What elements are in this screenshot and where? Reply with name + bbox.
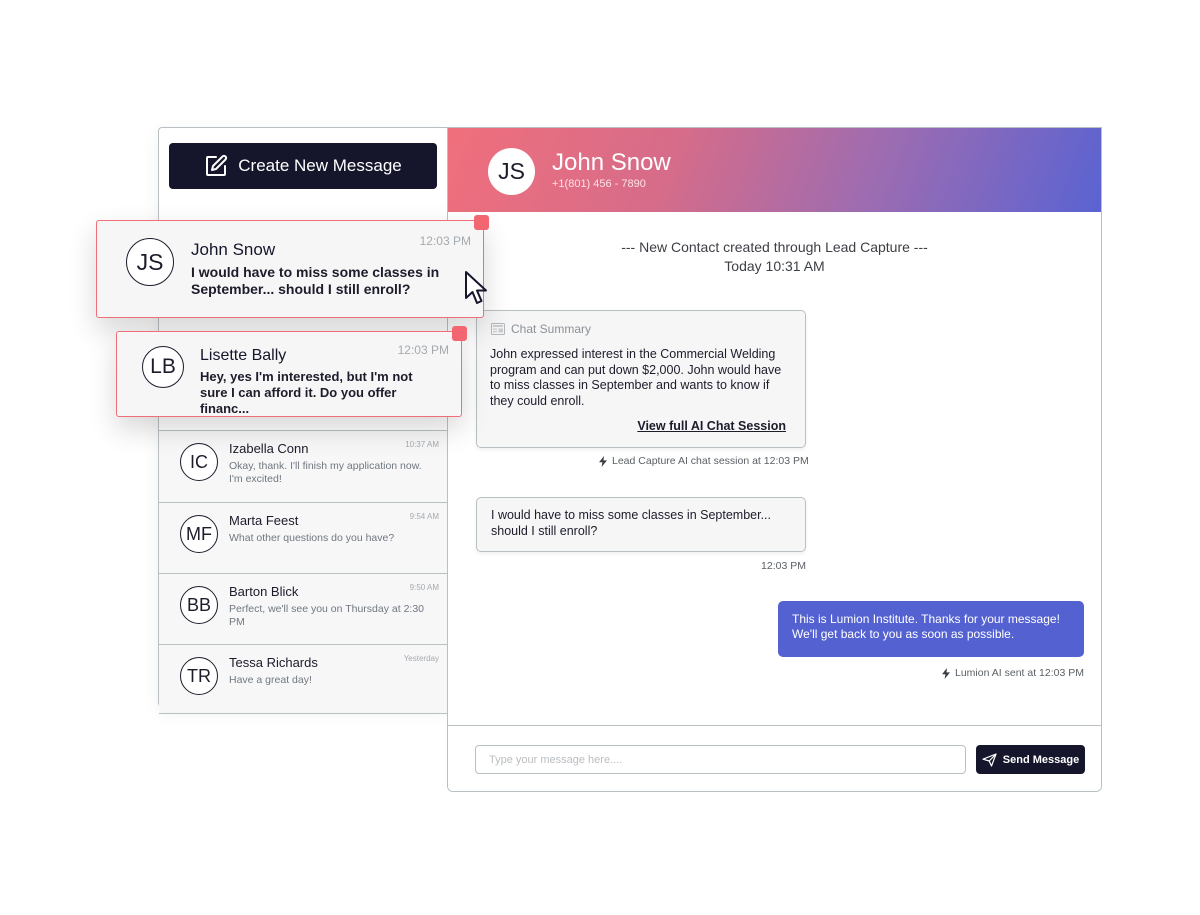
conversation-preview: Okay, thank. I'll finish my application … [229,460,422,485]
view-ai-chat-session-link[interactable]: View full AI Chat Session [637,419,786,433]
conversation-sidebar: Create New Message IC Izabella Conn Okay… [158,127,449,714]
conversation-name: Tessa Richards [229,655,318,670]
paper-plane-icon [982,752,997,767]
create-new-message-button[interactable]: Create New Message [169,143,437,189]
conversation-preview: I would have to miss some classes in Sep… [191,264,440,297]
conversation-time: 12:03 PM [419,234,471,248]
outgoing-message-meta: Lumion AI sent at 12:03 PM [942,667,1084,679]
highlighted-conversation-card[interactable]: LB Lisette Bally Hey, yes I'm interested… [116,326,467,417]
conversation-preview: Hey, yes I'm interested, but I'm not sur… [200,369,413,416]
avatar: LB [142,346,184,388]
conversation-time: 9:54 AM [409,512,439,521]
lightning-bolt-icon [942,667,950,679]
conversation-item[interactable]: MF Marta Feest What other questions do y… [159,502,449,573]
conversation-time: 10:37 AM [405,440,439,449]
avatar: IC [180,443,218,481]
send-message-label: Send Message [1002,753,1080,766]
summary-doc-icon [491,323,505,335]
incoming-message-time: 12:03 PM [761,560,806,572]
mouse-pointer-icon [465,271,487,304]
outgoing-message-meta-text: Lumion AI sent at 12:03 PM [955,667,1084,679]
send-message-button[interactable]: Send Message [976,745,1085,774]
conversation-name: John Snow [191,240,276,259]
conversation-name: Marta Feest [229,513,299,528]
contact-name: John Snow [552,149,671,176]
chat-summary-card: Chat Summary John expressed interest in … [476,310,806,448]
conversation-time: 9:50 AM [409,583,439,592]
chat-summary-text: John expressed interest in the Commercia… [490,347,782,408]
incoming-message-bubble: I would have to miss some classes in Sep… [476,497,806,552]
system-note-line: --- New Contact created through Lead Cap… [621,239,928,255]
avatar: BB [180,586,218,624]
conversation-name: Lisette Bally [200,347,287,364]
conversation-item[interactable]: TR Tessa Richards Have a great day! Yest… [159,644,449,714]
unread-badge [474,215,489,230]
create-new-message-label: Create New Message [238,156,402,175]
contact-phone: +1(801) 456 - 7890 [552,178,646,190]
edit-square-icon [206,154,228,176]
message-input[interactable] [475,745,966,774]
lightning-bolt-icon [599,455,607,467]
chat-header: JS John Snow +1(801) 456 - 7890 [448,128,1101,212]
conversation-time: 12:03 PM [397,343,449,357]
conversation-preview: Perfect, we'll see you on Thursday at 2:… [229,603,425,628]
system-note-timestamp: Today 10:31 AM [724,258,825,274]
avatar: MF [180,515,218,553]
message-composer: Send Message [448,725,1101,791]
highlighted-conversation-card[interactable]: JS John Snow I would have to miss some c… [96,215,489,318]
chat-summary-title-text: Chat Summary [511,322,592,336]
contact-avatar: JS [488,148,535,195]
conversation-time: Yesterday [403,654,439,663]
conversation-name: Barton Blick [229,584,299,599]
summary-meta-text: Lead Capture AI chat session at 12:03 PM [612,455,809,467]
conversation-list: IC Izabella Conn Okay, thank. I'll finis… [159,430,449,714]
conversation-item[interactable]: BB Barton Blick Perfect, we'll see you o… [159,573,449,644]
conversation-preview: What other questions do you have? [229,532,395,544]
summary-meta: Lead Capture AI chat session at 12:03 PM [599,455,809,467]
chat-panel: JS John Snow +1(801) 456 - 7890 --- New … [447,127,1102,792]
avatar: JS [126,238,174,286]
conversation-item[interactable]: IC Izabella Conn Okay, thank. I'll finis… [159,430,449,502]
incoming-message-time-text: 12:03 PM [761,560,806,572]
conversation-preview: Have a great day! [229,674,312,686]
avatar: TR [180,657,218,695]
outgoing-message-bubble: This is Lumion Institute. Thanks for you… [778,601,1084,657]
system-note: --- New Contact created through Lead Cap… [448,238,1101,276]
chat-summary-title: Chat Summary [491,322,591,336]
unread-badge [452,326,467,341]
conversation-name: Izabella Conn [229,441,309,456]
